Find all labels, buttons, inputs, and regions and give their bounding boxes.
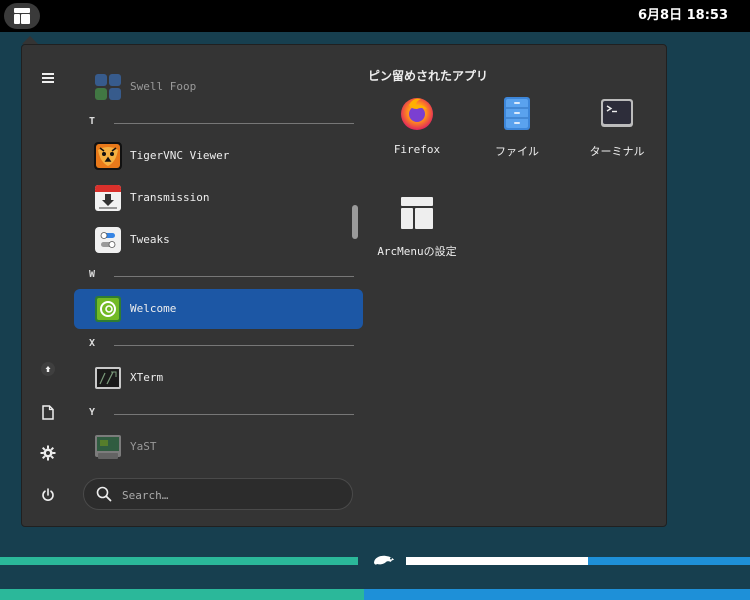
- app-item-yast[interactable]: YaST: [74, 427, 363, 467]
- pinned-apps-title: ピン留めされたアプリ: [368, 69, 489, 83]
- wallpaper-band-teal-left: [0, 557, 358, 565]
- section-divider: [114, 276, 354, 277]
- section-header-t: T: [74, 116, 354, 130]
- section-header-w: W: [74, 269, 354, 283]
- app-item-label: YaST: [130, 440, 157, 453]
- pinned-app-arcmenu-settings[interactable]: ArcMenuの設定: [367, 195, 467, 285]
- search-input[interactable]: [120, 485, 344, 505]
- app-item-tweaks[interactable]: Tweaks: [74, 220, 363, 260]
- app-item-label: TigerVNC Viewer: [130, 149, 230, 162]
- pinned-app-label: ターミナル: [589, 145, 645, 158]
- wallpaper-band-white: [406, 557, 588, 565]
- pinned-app-firefox[interactable]: Firefox: [367, 95, 467, 185]
- transmission-icon: [95, 185, 121, 211]
- arcmenu-popup: Swell Foop T TigerVNC Viewer Transmissio…: [21, 44, 667, 527]
- app-item-swell-foop[interactable]: Swell Foop: [74, 67, 363, 107]
- section-letter: Y: [89, 407, 96, 418]
- files-icon: [504, 97, 530, 130]
- pinned-app-label: ArcMenuの設定: [377, 245, 457, 258]
- home-button[interactable]: [36, 357, 60, 381]
- section-divider: [114, 414, 354, 415]
- app-item-label: Tweaks: [130, 233, 170, 246]
- wallpaper-band-blue-bottom: [364, 589, 750, 600]
- yast-icon: [95, 435, 121, 459]
- tigervnc-icon: [94, 142, 122, 170]
- hamburger-menu-button[interactable]: [36, 66, 60, 90]
- app-item-transmission[interactable]: Transmission: [74, 178, 363, 218]
- pinned-app-files[interactable]: ファイル: [467, 95, 567, 185]
- pinned-app-label: ファイル: [495, 145, 539, 158]
- clock[interactable]: 6月8日 18:53: [638, 0, 728, 32]
- hamburger-menu-icon: [42, 73, 54, 83]
- wallpaper-band-blue-right: [588, 557, 750, 565]
- app-list: Swell Foop T TigerVNC Viewer Transmissio…: [74, 45, 364, 485]
- settings-gear-icon: [40, 445, 56, 461]
- app-item-welcome[interactable]: Welcome: [74, 289, 363, 329]
- search-icon: [96, 486, 112, 502]
- pinned-app-label: Firefox: [393, 143, 441, 156]
- section-header-y: Y: [74, 407, 354, 421]
- chameleon-logo-icon: [374, 555, 394, 565]
- terminal-icon: [601, 99, 633, 127]
- power-icon: [42, 488, 54, 501]
- section-divider: [114, 345, 354, 346]
- app-item-label: Transmission: [130, 191, 210, 204]
- menu-arrow: [22, 36, 38, 44]
- documents-button[interactable]: [36, 400, 60, 424]
- app-item-label: Swell Foop: [130, 80, 197, 93]
- arcmenu-settings-icon: [401, 197, 433, 229]
- section-letter: T: [89, 116, 96, 127]
- section-letter: X: [89, 338, 96, 349]
- app-item-xterm[interactable]: XTerm: [74, 358, 363, 398]
- tweaks-icon: [95, 227, 121, 253]
- top-bar: 6月8日 18:53: [0, 0, 750, 32]
- section-letter: W: [89, 269, 96, 280]
- settings-button[interactable]: [36, 441, 60, 465]
- app-list-scrollbar[interactable]: [352, 205, 358, 239]
- welcome-icon: [95, 296, 121, 322]
- swell-foop-icon: [95, 74, 121, 100]
- arcmenu-layout-icon: [14, 8, 30, 24]
- xterm-icon: [95, 367, 121, 389]
- activities-button[interactable]: [4, 3, 40, 29]
- app-item-label: Welcome: [130, 302, 177, 315]
- wallpaper-band-teal-bottom: [0, 589, 364, 600]
- power-button[interactable]: [36, 483, 60, 507]
- home-icon: [41, 362, 55, 376]
- section-header-x: X: [74, 338, 354, 352]
- firefox-icon: [401, 98, 433, 130]
- app-item-tigervnc-viewer[interactable]: TigerVNC Viewer: [74, 136, 363, 176]
- search-box[interactable]: [83, 478, 353, 510]
- document-icon: [42, 404, 54, 420]
- app-item-label: XTerm: [130, 371, 164, 384]
- pinned-app-terminal[interactable]: ターミナル: [567, 95, 667, 185]
- section-divider: [114, 123, 354, 124]
